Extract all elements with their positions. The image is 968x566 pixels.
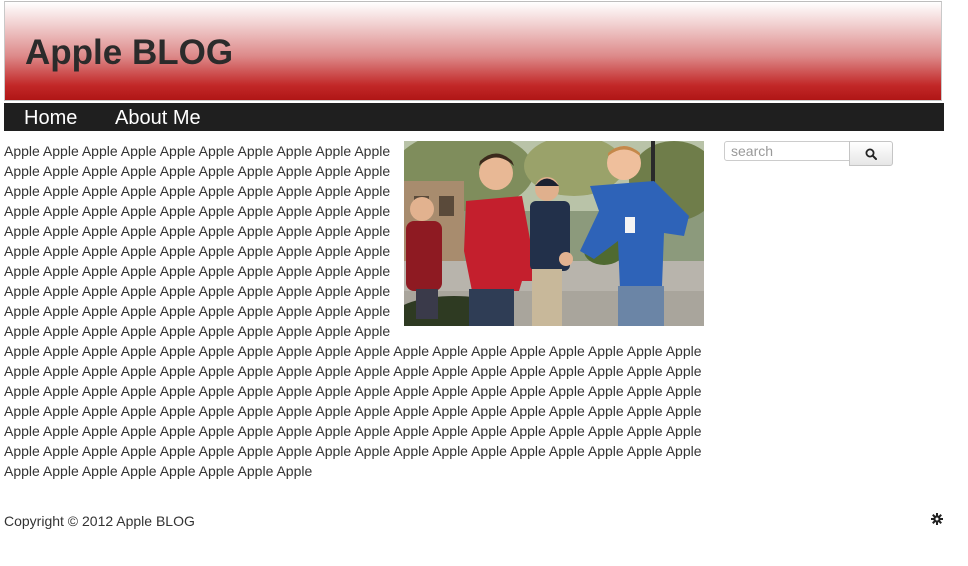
search-icon bbox=[865, 148, 877, 160]
blog-post: Apple Apple Apple Apple Apple Apple Appl… bbox=[4, 141, 704, 481]
main-nav: Home About Me bbox=[4, 103, 944, 131]
site-header: Apple BLOG bbox=[4, 1, 942, 101]
footer-copyright: Copyright © 2012 Apple BLOG bbox=[4, 513, 195, 529]
nav-item-home[interactable]: Home bbox=[24, 103, 77, 131]
search-input[interactable] bbox=[724, 141, 850, 161]
post-photo bbox=[404, 141, 704, 326]
nav-item-about-me[interactable]: About Me bbox=[115, 103, 201, 131]
search-button[interactable] bbox=[849, 141, 893, 166]
site-title: Apple BLOG bbox=[25, 33, 234, 72]
gear-icon[interactable] bbox=[931, 513, 943, 525]
